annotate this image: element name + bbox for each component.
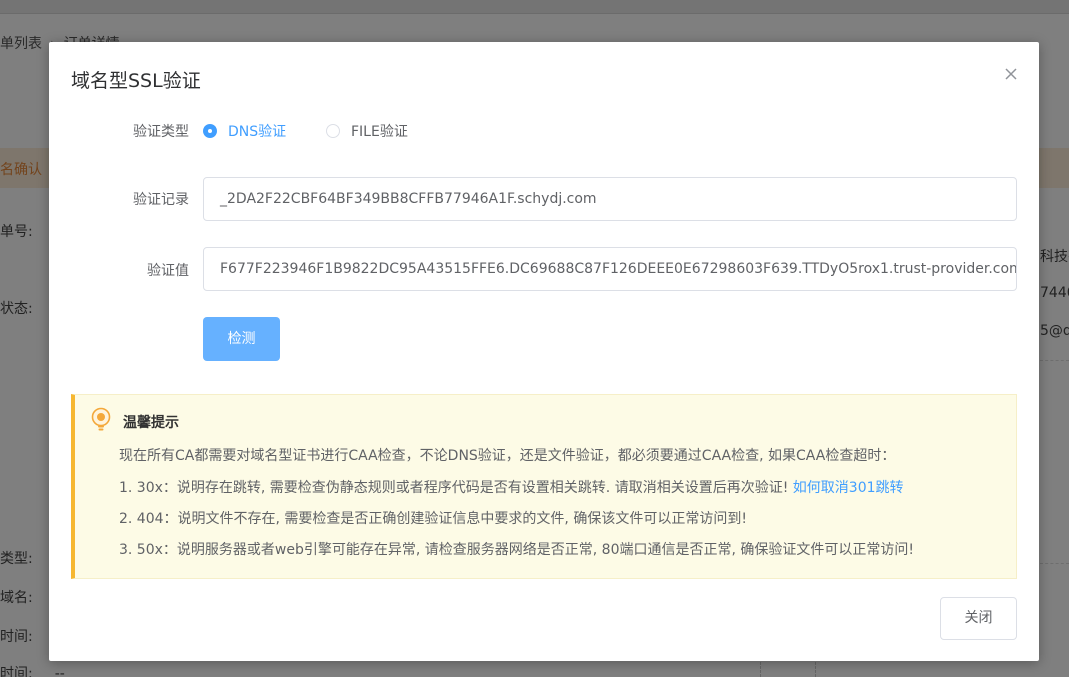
- tip-item-30x: 1. 30x：说明存在跳转, 需要检查伪静态规则或者程序代码是否有设置相关跳转.…: [119, 477, 904, 497]
- radio-file-label: FILE验证: [351, 124, 408, 140]
- tip-item-404: 2. 404：说明文件不存在, 需要检查是否正确创建验证信息中要求的文件, 确保…: [119, 511, 747, 527]
- verify-record-label: 验证记录: [133, 192, 189, 208]
- tip-item-30x-text: 1. 30x：说明存在跳转, 需要检查伪静态规则或者程序代码是否有设置相关跳转.…: [119, 480, 789, 496]
- tip-box: 温馨提示 现在所有CA都需要对域名型证书进行CAA检查，不论DNS验证，还是文件…: [71, 394, 1017, 579]
- radio-file[interactable]: FILE验证: [326, 121, 408, 141]
- lightbulb-icon: [91, 407, 111, 433]
- verify-value-label: 验证值: [147, 263, 189, 279]
- verify-record-field[interactable]: _2DA2F22CBF64BF349BB8CFFB77946A1F.schydj…: [203, 177, 1017, 221]
- radio-dns-label: DNS验证: [228, 124, 287, 140]
- ssl-verify-dialog: 域名型SSL验证 验证类型 DNS验证 FILE验证 验证记录 _2DA2F22…: [49, 42, 1039, 661]
- radio-checked-icon: [203, 124, 217, 138]
- tip-intro: 现在所有CA都需要对域名型证书进行CAA检查，不论DNS验证，还是文件验证，都必…: [119, 448, 896, 464]
- radio-dns[interactable]: DNS验证: [203, 121, 286, 141]
- cancel-301-redirect-link[interactable]: 如何取消301跳转: [793, 480, 904, 496]
- verify-type-label: 验证类型: [133, 124, 189, 140]
- verify-value-field[interactable]: F677F223946F1B9822DC95A43515FFE6.DC69688…: [203, 247, 1017, 291]
- dialog-title: 域名型SSL验证: [71, 70, 201, 92]
- check-button[interactable]: 检测: [203, 317, 280, 361]
- tip-item-50x: 3. 50x：说明服务器或者web引擎可能存在异常, 请检查服务器网络是否正常,…: [119, 542, 914, 558]
- tip-title: 温馨提示: [123, 415, 179, 431]
- close-icon[interactable]: [1001, 64, 1021, 84]
- radio-unchecked-icon: [326, 124, 340, 138]
- close-button[interactable]: 关闭: [940, 597, 1017, 640]
